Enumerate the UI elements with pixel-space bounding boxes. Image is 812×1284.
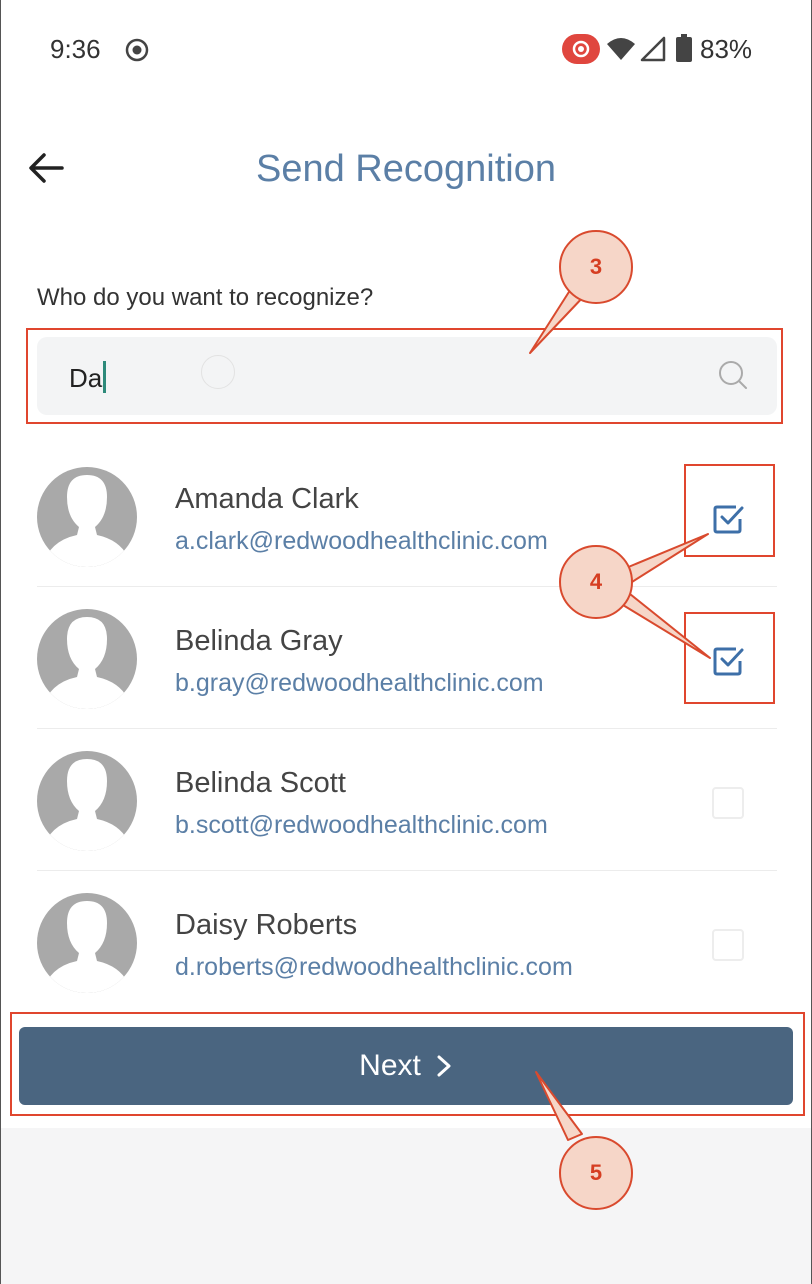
- battery-percent: 83%: [700, 34, 753, 64]
- checkbox-unchecked[interactable]: [712, 929, 744, 961]
- person-email: b.gray@redwoodhealthclinic.com: [175, 669, 544, 697]
- checkbox-unchecked[interactable]: [712, 787, 744, 819]
- annotation-box-search: [26, 328, 783, 424]
- avatar-icon: [37, 609, 137, 709]
- list-item[interactable]: Amanda Clark a.clark@redwoodhealthclinic…: [37, 445, 777, 587]
- person-email: d.roberts@redwoodhealthclinic.com: [175, 953, 573, 981]
- record-icon: [125, 38, 149, 62]
- list-item[interactable]: Belinda Gray b.gray@redwoodhealthclinic.…: [37, 587, 777, 729]
- page-title: Send Recognition: [256, 148, 556, 190]
- battery-icon: [676, 34, 692, 62]
- annotation-callout-5: 5: [559, 1136, 633, 1210]
- person-email: b.scott@redwoodhealthclinic.com: [175, 811, 548, 839]
- annotation-callout-4: 4: [559, 545, 633, 619]
- annotation-box-checkbox-1: [684, 464, 775, 557]
- status-time: 9:36: [50, 34, 101, 64]
- bottom-panel: [0, 1128, 812, 1284]
- cast-icon: [562, 34, 600, 64]
- status-bar: 9:36 83%: [0, 0, 812, 100]
- people-list: Amanda Clark a.clark@redwoodhealthclinic…: [37, 445, 777, 1013]
- person-name: Daisy Roberts: [175, 909, 358, 941]
- annotation-box-checkbox-2: [684, 612, 775, 704]
- annotation-callout-3: 3: [559, 230, 633, 304]
- list-item[interactable]: Daisy Roberts d.roberts@redwoodhealthcli…: [37, 871, 777, 1013]
- wifi-icon: [607, 38, 635, 60]
- annotation-box-next: [10, 1012, 805, 1116]
- signal-icon: [640, 36, 666, 62]
- person-email: a.clark@redwoodhealthclinic.com: [175, 527, 548, 555]
- avatar-icon: [37, 467, 137, 567]
- list-item[interactable]: Belinda Scott b.scott@redwoodhealthclini…: [37, 729, 777, 871]
- search-question-label: Who do you want to recognize?: [37, 284, 374, 311]
- person-name: Belinda Scott: [175, 767, 346, 799]
- avatar-icon: [37, 751, 137, 851]
- person-name: Belinda Gray: [175, 625, 343, 657]
- person-name: Amanda Clark: [175, 483, 359, 515]
- avatar-icon: [37, 893, 137, 993]
